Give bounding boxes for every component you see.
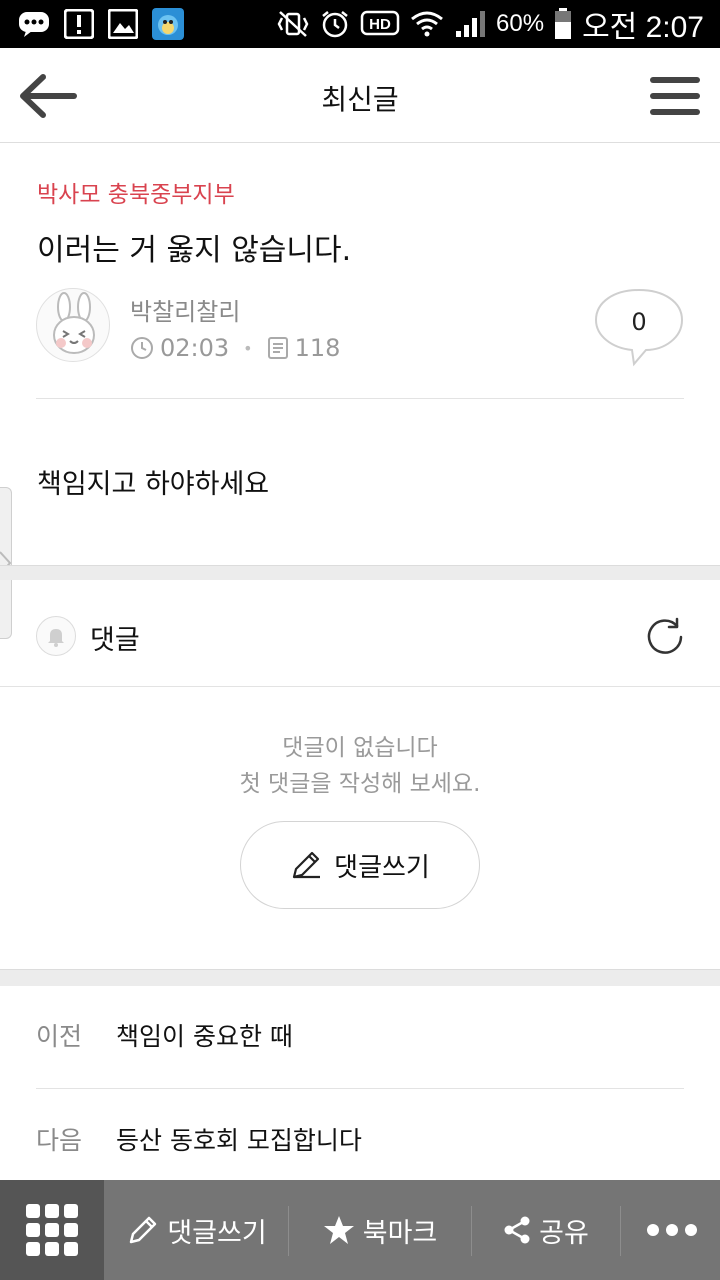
comments-title: 댓글	[90, 625, 140, 656]
avatar[interactable]	[36, 288, 110, 362]
toolbar-write-comment-button[interactable]: 댓글쓰기	[112, 1180, 282, 1280]
prev-post-row[interactable]: 이전 책임이 중요한 때	[36, 1010, 684, 1060]
refresh-icon	[647, 617, 683, 654]
more-button[interactable]	[624, 1180, 720, 1280]
toolbar-separator	[620, 1206, 621, 1256]
document-icon	[267, 337, 288, 359]
meta-separator: •	[243, 338, 253, 358]
battery-percent: 60%	[496, 10, 545, 37]
toolbar-write-comment-label: 댓글쓰기	[167, 1217, 267, 1249]
section-gap	[0, 969, 720, 986]
view-count: 118	[294, 334, 341, 362]
next-label: 다음	[36, 1126, 83, 1155]
alarm-icon	[320, 9, 350, 39]
section-gap	[0, 565, 720, 580]
app-header: 최신글	[0, 48, 720, 143]
side-drawer-handle[interactable]	[0, 487, 12, 639]
refresh-button[interactable]	[642, 614, 688, 660]
write-comment-label: 댓글쓰기	[334, 852, 430, 883]
empty-comments-message: 댓글이 없습니다	[282, 735, 438, 761]
signal-icon	[454, 9, 486, 39]
alert-icon	[64, 9, 94, 39]
share-button[interactable]: 공유	[476, 1180, 616, 1280]
rabbit-avatar-icon	[53, 292, 95, 354]
bottom-toolbar: 댓글쓰기 북마크 공유	[0, 1180, 720, 1280]
post-body: 책임지고 하야하세요	[37, 469, 270, 500]
hd-icon: HD	[360, 10, 400, 38]
write-comment-button[interactable]: 댓글쓰기	[240, 821, 480, 909]
next-post-row[interactable]: 다음 등산 동호회 모집합니다	[36, 1114, 684, 1164]
more-dots-icon	[647, 1224, 697, 1236]
star-icon	[323, 1216, 354, 1244]
bell-icon	[36, 616, 76, 656]
vibrate-mute-icon	[276, 10, 310, 38]
hamburger-menu-icon	[650, 77, 700, 115]
post-meta: 02:03 • 118	[130, 332, 340, 364]
pencil-icon	[130, 1216, 157, 1244]
clock-icon	[131, 337, 153, 359]
page-title: 최신글	[321, 83, 399, 116]
toolbar-separator	[288, 1206, 289, 1256]
prev-label: 이전	[36, 1022, 83, 1051]
menu-button[interactable]	[648, 72, 702, 120]
board-name[interactable]: 박사모 충북중부지부	[37, 175, 235, 209]
chat-icon	[18, 11, 50, 37]
grid-icon	[26, 1204, 78, 1256]
toolbar-separator	[471, 1206, 472, 1256]
next-post-title[interactable]: 등산 동호회 모집합니다	[116, 1121, 362, 1157]
battery-icon	[554, 8, 572, 40]
prev-post-title[interactable]: 책임이 중요한 때	[116, 1017, 293, 1053]
share-label: 공유	[539, 1217, 589, 1249]
clock: 오전 2:07	[582, 11, 704, 44]
divider	[36, 1088, 684, 1089]
author-name[interactable]: 박찰리찰리	[130, 292, 240, 327]
divider	[36, 398, 684, 399]
empty-comments-hint: 첫 댓글을 작성해 보세요.	[239, 771, 481, 797]
comment-count: 0	[631, 308, 647, 336]
image-icon	[108, 9, 138, 39]
post-time: 02:03	[160, 334, 230, 362]
svg-text:HD: HD	[369, 16, 391, 33]
wifi-icon	[410, 9, 444, 39]
grid-menu-button[interactable]	[0, 1180, 104, 1280]
post-title: 이러는 거 옳지 않습니다.	[37, 233, 352, 268]
share-icon	[504, 1216, 530, 1244]
status-bar: HD 60% 오전 2:07	[0, 0, 720, 48]
bookmark-label: 북마크	[362, 1217, 438, 1249]
bookmark-button[interactable]: 북마크	[294, 1180, 466, 1280]
app-avatar-icon	[152, 8, 184, 40]
pencil-icon	[293, 851, 321, 879]
divider	[0, 686, 720, 687]
